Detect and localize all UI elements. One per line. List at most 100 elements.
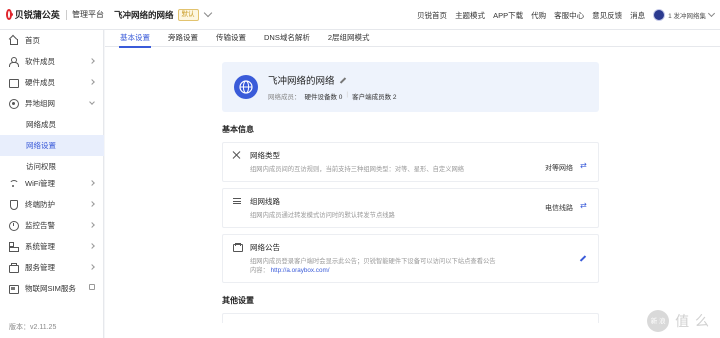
nav-feedback-link[interactable]: 意见反馈 (592, 10, 622, 21)
external-link-icon (89, 284, 95, 290)
sidebar-item-label: 监控告警 (25, 221, 55, 230)
setting-description: 组网内成员登录客户端时会显示此公告；贝锐智能硬件下设备可以访问以下站点查看公告内… (250, 257, 500, 275)
monitor-icon (9, 221, 19, 231)
wifi-icon (9, 179, 19, 188)
setting-description: 组网内成员通过转发模式访问时的默认转发节点线路 (250, 212, 395, 219)
avatar[interactable] (653, 9, 666, 21)
setting-network-route: 组网线路 组网内成员通过转发模式访问时的默认转发节点线路 电信线路 (222, 188, 599, 228)
announcement-link[interactable]: http://a.oraybox.com/ (271, 267, 330, 274)
default-badge: 默认 (177, 8, 199, 21)
tab-dns[interactable]: DNS域名解析 (257, 30, 317, 47)
edit-icon[interactable] (340, 77, 347, 84)
sidebar-item-label: WiFi管理 (25, 179, 55, 188)
announcement-icon (233, 243, 243, 252)
network-selector-name: 飞冲网络的网络 (114, 9, 174, 20)
sidebar-item-label: 软件成员 (25, 57, 55, 66)
sidebar-item-label: 首页 (25, 36, 40, 45)
network-type-icon (233, 151, 241, 159)
brand[interactable]: 贝锐蒲公英 管理平台 (0, 0, 104, 30)
briefcase-icon (9, 263, 19, 273)
chevron-right-icon (89, 201, 95, 207)
sidebar-item-monitoring[interactable]: 监控告警 (0, 215, 104, 236)
chevron-right-icon (89, 79, 95, 85)
brand-subtitle: 管理平台 (72, 10, 104, 19)
sidebar-item-services[interactable]: 服务管理 (0, 257, 104, 278)
top-nav: 贝锐首页 主题模式 APP下载 代购 客服中心 意见反馈 消息 1 发冲网络集 (417, 0, 716, 30)
tab-basic-settings[interactable]: 基本设置 (113, 30, 157, 48)
home-icon (9, 36, 18, 45)
sidebar-item-home[interactable]: 首页 (0, 30, 104, 51)
route-icon (233, 197, 241, 205)
user-icon (9, 57, 19, 67)
tab-transport-settings[interactable]: 传输设置 (209, 30, 253, 47)
chevron-right-icon (89, 222, 95, 228)
watermark: 新 浪 值 么 (647, 310, 710, 332)
version-label: 版本：v2.11.25 (9, 324, 57, 331)
watermark-text: 值 么 (675, 313, 710, 329)
sidebar-item-endpoint-protection[interactable]: 终端防护 (0, 194, 104, 215)
sidebar-item-label: 终端防护 (25, 200, 55, 209)
tab-bypass-settings[interactable]: 旁路设置 (161, 30, 205, 47)
network-selector[interactable]: 飞冲网络的网络 默认 (114, 8, 212, 21)
setting-value: 电信线路 (545, 205, 573, 212)
switch-icon[interactable] (580, 201, 588, 210)
chevron-right-icon (89, 58, 95, 64)
nav-purchase-link[interactable]: 代购 (531, 10, 546, 21)
device-icon (9, 78, 19, 88)
chevron-down-icon[interactable] (707, 9, 716, 18)
settings-panel: 飞冲网络的网络 网络成员： 硬件设备数 0 | 客户端成员数 2 基本信息 网络… (222, 62, 599, 323)
watermark-logo: 新 浪 (647, 310, 670, 332)
sidebar-item-label: 异地组网 (25, 99, 55, 108)
user-menu[interactable]: 1 发冲网络集 (653, 9, 716, 21)
members-label: 网络成员： (268, 94, 301, 101)
sidebar-item-remote-network[interactable]: 异地组网 (0, 93, 104, 114)
network-icon (9, 99, 19, 109)
globe-icon (234, 75, 258, 99)
sidebar-item-label: 服务管理 (25, 263, 55, 272)
section-title-other: 其他设置 (222, 296, 254, 305)
setting-name: 网络公告 (250, 243, 280, 252)
nav-support-link[interactable]: 客服中心 (554, 10, 584, 21)
chevron-right-icon (89, 264, 95, 270)
client-count: 客户端成员数 2 (352, 94, 397, 101)
sidebar-item-label: 物联网SIM服务 (25, 284, 76, 293)
nav-app-download-link[interactable]: APP下载 (493, 10, 523, 21)
setting-value: 对等网络 (545, 165, 573, 172)
divider: | (346, 91, 349, 98)
brand-name: 贝锐蒲公英 (14, 10, 60, 20)
sidebar-item-label: 系统管理 (25, 242, 55, 251)
sidebar-item-hardware-members[interactable]: 硬件成员 (0, 72, 104, 93)
tab-layer2-mode[interactable]: 2层组网模式 (321, 30, 377, 47)
top-header: 贝锐蒲公英 管理平台 飞冲网络的网络 默认 贝锐首页 主题模式 APP下载 代购… (0, 0, 720, 30)
grid-icon (9, 242, 19, 252)
nav-home-link[interactable]: 贝锐首页 (417, 10, 447, 21)
chevron-down-icon[interactable] (203, 8, 212, 18)
sidebar-subitem-network-members[interactable]: 网络成员 (0, 114, 104, 135)
other-settings-card (222, 313, 599, 323)
hardware-count: 硬件设备数 0 (304, 94, 343, 101)
tab-bar: 基本设置 旁路设置 传输设置 DNS域名解析 2层组网模式 (105, 30, 720, 48)
sidebar-item-system[interactable]: 系统管理 (0, 236, 104, 257)
sidebar-subitem-network-settings[interactable]: 网络设置 (0, 135, 104, 156)
network-info-card: 飞冲网络的网络 网络成员： 硬件设备数 0 | 客户端成员数 2 (222, 62, 599, 112)
sidebar-item-label: 硬件成员 (25, 78, 55, 87)
setting-name: 网络类型 (250, 151, 280, 160)
nav-theme-link[interactable]: 主题模式 (455, 10, 485, 21)
sidebar-item-iot-sim[interactable]: 物联网SIM服务 (0, 278, 104, 299)
setting-network-announcement: 网络公告 组网内成员登录客户端时会显示此公告；贝锐智能硬件下设备可以访问以下站点… (222, 234, 599, 283)
sidebar-item-wifi[interactable]: WiFi管理 (0, 173, 104, 194)
setting-name: 组网线路 (250, 197, 280, 206)
sim-icon (9, 284, 19, 294)
section-title-basic: 基本信息 (222, 125, 254, 134)
sidebar: 首页 软件成员 硬件成员 异地组网 网络成员 网络设置 访问权限 WiFi管理 … (0, 30, 104, 338)
edit-icon[interactable] (580, 255, 587, 262)
setting-network-type: 网络类型 组网内成员间的互访规则，当前支持三种组网类型：对等、星形、自定义网络 … (222, 142, 599, 182)
chevron-right-icon (89, 180, 95, 186)
nav-messages-link[interactable]: 消息 (630, 10, 645, 21)
logo-icon (6, 9, 13, 20)
chevron-right-icon (89, 243, 95, 249)
sidebar-item-software-members[interactable]: 软件成员 (0, 51, 104, 72)
main-content: 基本设置 旁路设置 传输设置 DNS域名解析 2层组网模式 飞冲网络的网络 网络… (105, 30, 720, 338)
chevron-down-icon (89, 99, 95, 105)
switch-icon[interactable] (580, 161, 588, 170)
